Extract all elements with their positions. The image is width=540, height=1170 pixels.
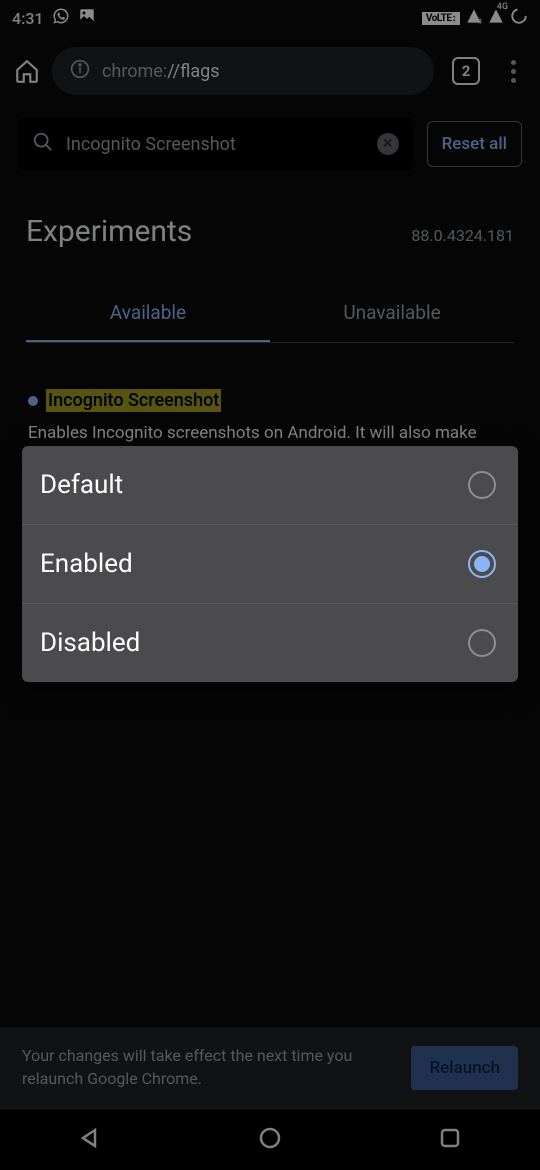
home-button[interactable] [12,56,42,86]
radio-icon [468,471,496,499]
search-input[interactable]: Incognito Screenshot [66,134,365,155]
option-label: Disabled [40,628,140,658]
tab-unavailable[interactable]: Unavailable [270,285,514,342]
relaunch-button[interactable]: Relaunch [411,1046,518,1090]
radio-icon [468,629,496,657]
url-bar[interactable]: chrome://flags [52,47,434,95]
home-nav-button[interactable] [258,1126,282,1154]
flag-dropdown-popup: Default Enabled Disabled [22,446,518,682]
page-title: Experiments [26,214,192,249]
tab-bar: Available Unavailable [26,285,514,343]
signal-icon-2: 4G [488,8,504,28]
loading-spinner-icon [510,7,528,29]
version-label: 88.0.4324.181 [411,226,514,245]
option-disabled[interactable]: Disabled [22,604,518,682]
photos-icon [78,7,96,29]
info-icon [70,59,90,83]
overflow-menu-button[interactable] [498,60,528,83]
search-row: Incognito Screenshot ✕ Reset all [0,106,540,182]
option-label: Enabled [40,549,133,579]
recents-button[interactable] [438,1126,462,1154]
status-bar: 4:31 VoLTE↕ R 4G [0,0,540,36]
volte-badge: VoLTE↕ [422,12,460,25]
option-default[interactable]: Default [22,446,518,525]
reset-all-button[interactable]: Reset all [427,121,522,167]
relaunch-bar: Your changes will take effect the next t… [0,1027,540,1108]
url-text: chrome://flags [102,61,220,82]
clear-search-icon[interactable]: ✕ [377,133,399,155]
flag-title[interactable]: Incognito Screenshot [46,389,221,412]
option-label: Default [40,470,123,500]
flag-status-dot [28,396,38,406]
search-icon [32,131,54,157]
whatsapp-icon [52,7,70,29]
radio-icon-selected [468,550,496,578]
relaunch-message: Your changes will take effect the next t… [22,1045,395,1090]
browser-toolbar: chrome://flags 2 [0,36,540,106]
experiments-header: Experiments 88.0.4324.181 [0,182,540,261]
signal-icon-1: R [466,8,482,28]
system-nav-bar [0,1108,540,1170]
back-button[interactable] [78,1126,102,1154]
option-enabled[interactable]: Enabled [22,525,518,604]
clock: 4:31 [12,9,44,28]
tab-count: 2 [462,62,471,80]
tabs-button[interactable]: 2 [452,57,480,85]
search-box[interactable]: Incognito Screenshot ✕ [18,118,413,170]
tab-available[interactable]: Available [26,285,270,342]
svg-text:R: R [478,18,482,24]
